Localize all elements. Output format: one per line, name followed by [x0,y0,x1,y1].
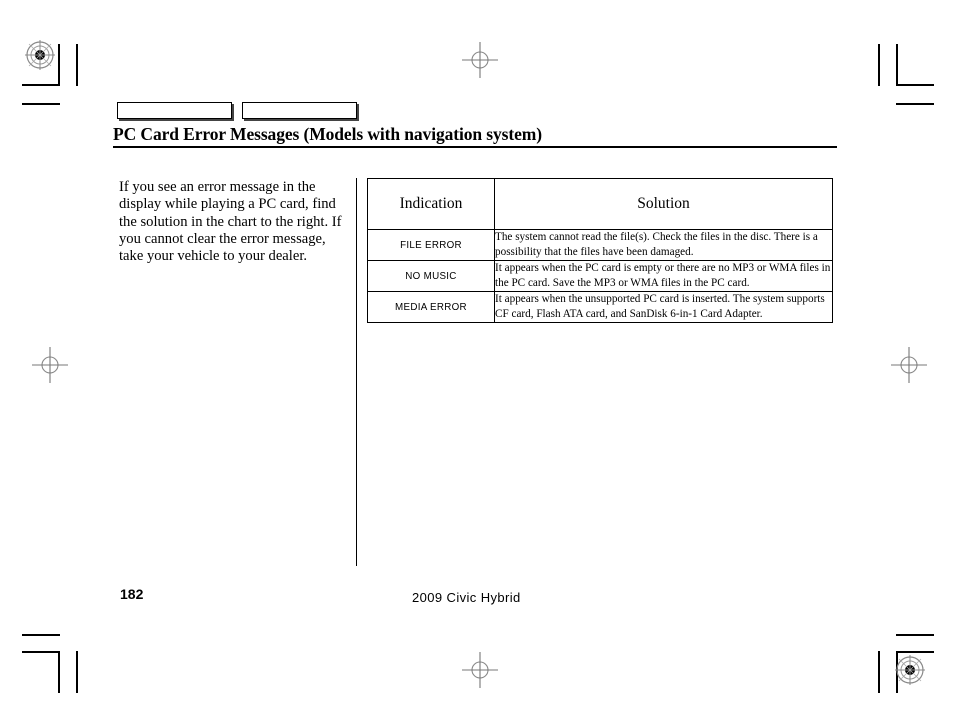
table-row: NO MUSIC It appears when the PC card is … [367,260,833,292]
section-tab-boxes [117,102,357,119]
footer-page-number: 182 [120,586,144,602]
cell-solution: It appears when the unsupported PC card … [494,291,833,323]
intro-paragraph: If you see an error message in the displ… [119,179,342,265]
table-header-indication: Indication [367,178,495,230]
table-row: FILE ERROR The system cannot read the fi… [367,229,833,261]
footer-model-year: 2009 Civic Hybrid [412,590,521,605]
section-tab-box-2 [242,102,357,119]
cell-solution: The system cannot read the file(s). Chec… [494,229,833,261]
table-header-row: Indication Solution [367,178,833,230]
cell-indication: FILE ERROR [367,229,495,261]
section-tab-box-1 [117,102,232,119]
error-messages-table: Indication Solution FILE ERROR The syste… [367,178,833,323]
manual-page: PC Card Error Messages (Models with navi… [0,0,954,710]
page-title: PC Card Error Messages (Models with navi… [113,124,542,144]
cell-solution: It appears when the PC card is empty or … [494,260,833,292]
cell-indication: MEDIA ERROR [367,291,495,323]
cell-indication: NO MUSIC [367,260,495,292]
table-header-solution: Solution [494,178,833,230]
column-divider-rule [356,178,358,566]
title-underline-rule [113,146,837,148]
table-row: MEDIA ERROR It appears when the unsuppor… [367,291,833,323]
